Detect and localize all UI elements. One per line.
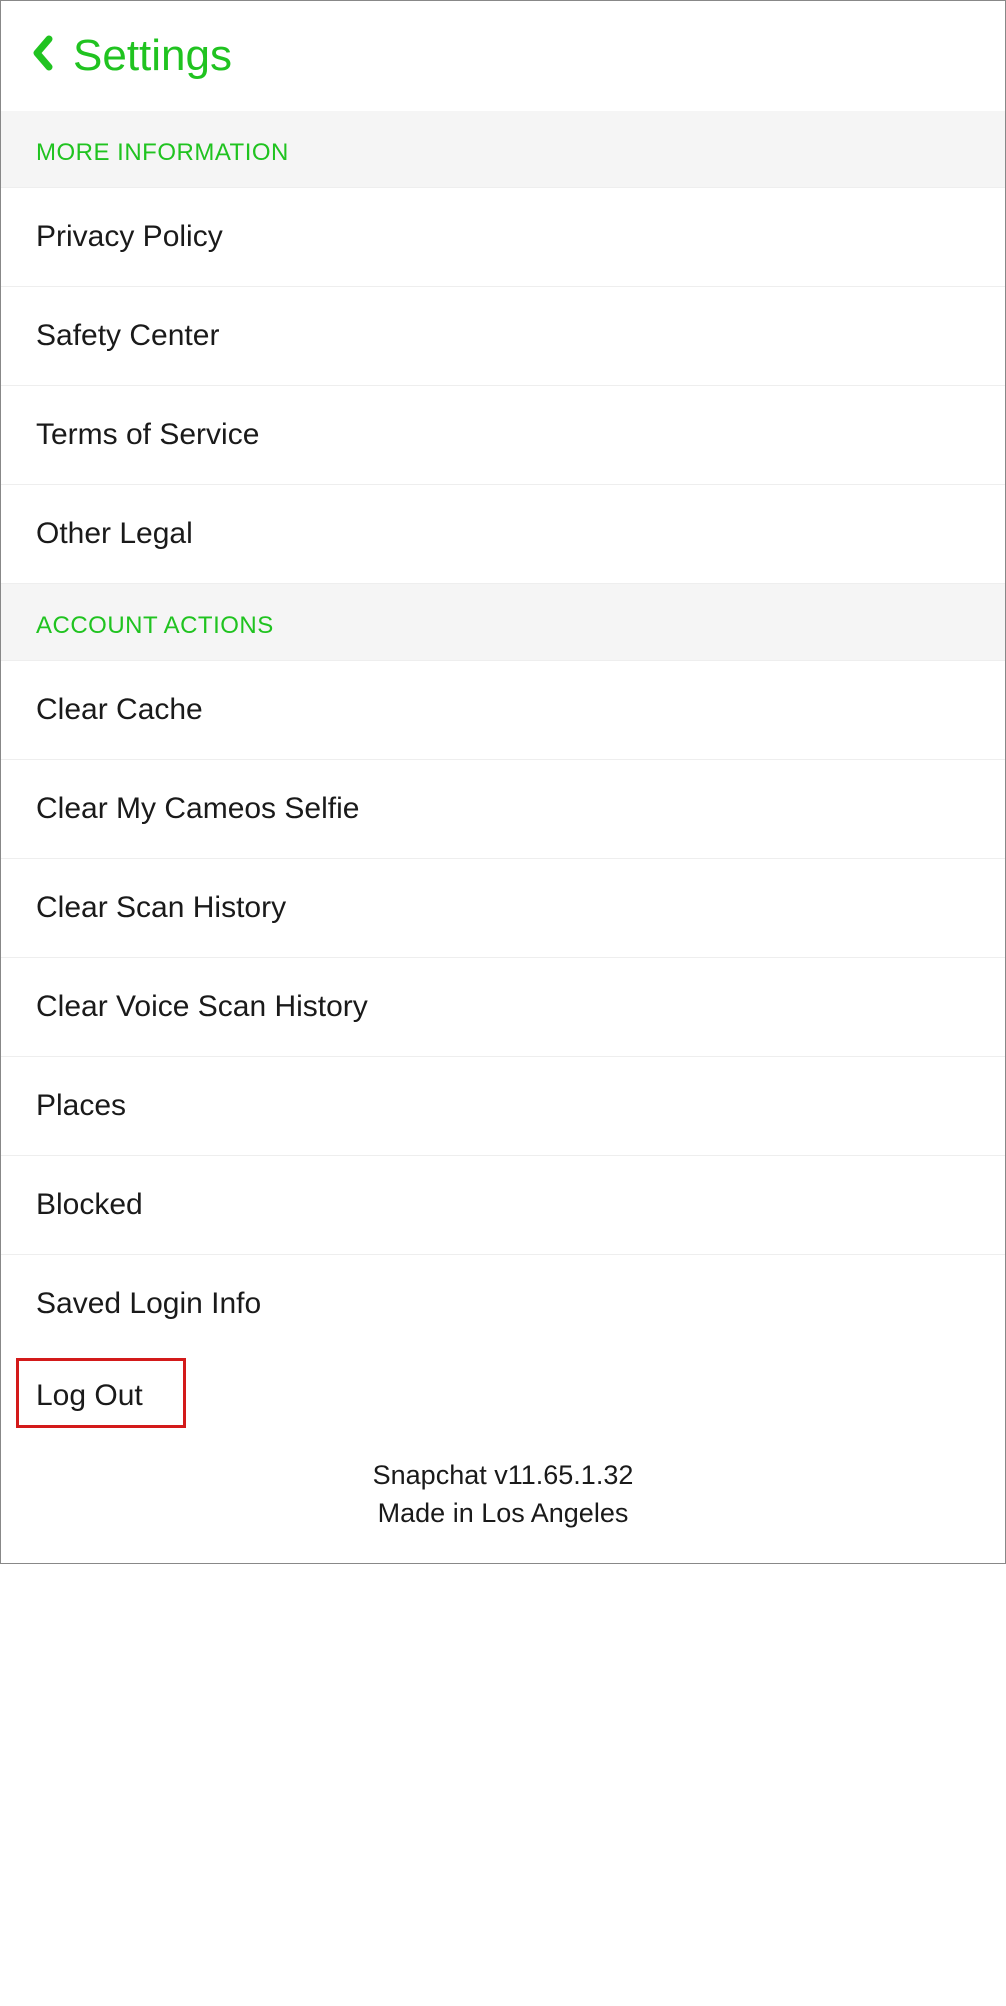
list-item-other-legal[interactable]: Other Legal: [1, 485, 1005, 583]
footer-made-in: Made in Los Angeles: [1, 1495, 1005, 1533]
list-item-terms-of-service[interactable]: Terms of Service: [1, 386, 1005, 485]
list-item-log-out[interactable]: Log Out: [1, 1353, 1005, 1439]
list-item-privacy-policy[interactable]: Privacy Policy: [1, 188, 1005, 287]
list-item-saved-login-info[interactable]: Saved Login Info: [1, 1255, 1005, 1353]
footer-version: Snapchat v11.65.1.32: [1, 1457, 1005, 1495]
page-header: Settings: [1, 1, 1005, 111]
list-item-clear-scan-history[interactable]: Clear Scan History: [1, 859, 1005, 958]
list-item-clear-voice-scan-history[interactable]: Clear Voice Scan History: [1, 958, 1005, 1057]
page-title: Settings: [73, 31, 232, 81]
list-item-clear-my-cameos-selfie[interactable]: Clear My Cameos Selfie: [1, 760, 1005, 859]
list-item-places[interactable]: Places: [1, 1057, 1005, 1156]
footer: Snapchat v11.65.1.32 Made in Los Angeles: [1, 1439, 1005, 1563]
list-item-blocked[interactable]: Blocked: [1, 1156, 1005, 1255]
back-icon[interactable]: [31, 35, 53, 78]
section-header-account-actions: ACCOUNT ACTIONS: [1, 583, 1005, 661]
section-header-more-information: MORE INFORMATION: [1, 111, 1005, 188]
list-item-safety-center[interactable]: Safety Center: [1, 287, 1005, 386]
list-item-clear-cache[interactable]: Clear Cache: [1, 661, 1005, 760]
log-out-label: Log Out: [1, 1353, 1005, 1439]
